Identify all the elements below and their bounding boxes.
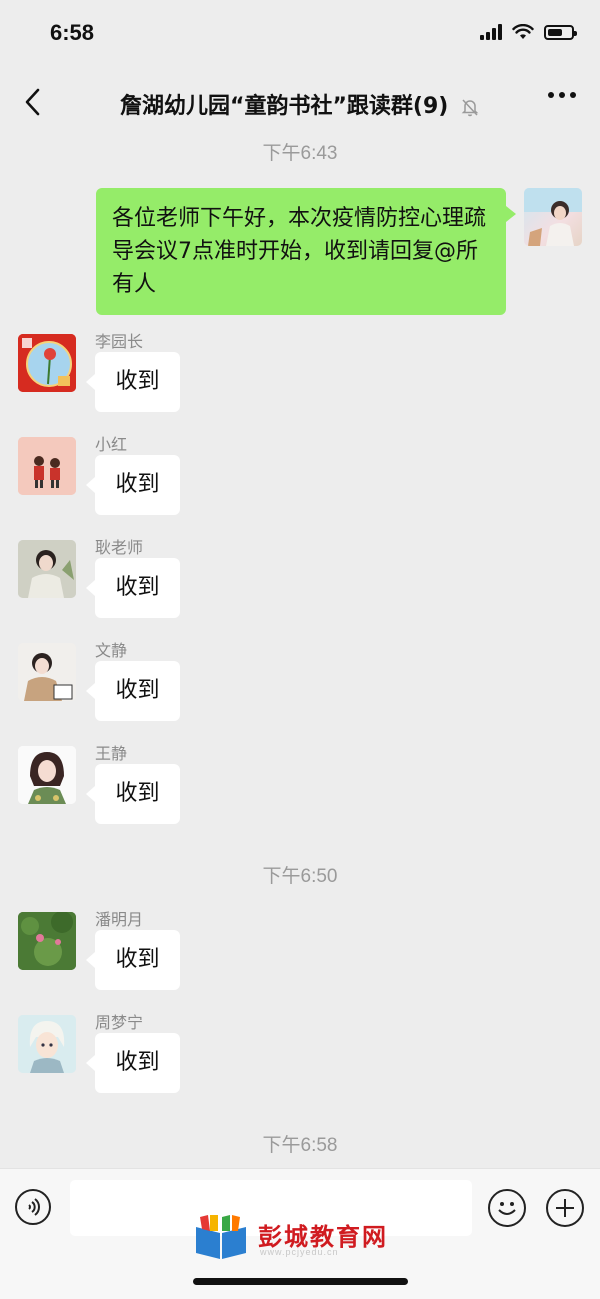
avatar[interactable] [18, 334, 76, 392]
voice-icon [28, 1198, 40, 1216]
sender-name: 潘明月 [95, 910, 144, 929]
message-bubble[interactable]: 收到 [86, 558, 180, 618]
self-avatar[interactable] [524, 188, 582, 246]
message-bubble[interactable]: 收到 [86, 455, 180, 515]
avatar[interactable] [18, 746, 76, 804]
emoji-button[interactable] [488, 1189, 526, 1227]
sender-name: 王静 [95, 744, 128, 763]
message-row: 小红 收到 [0, 435, 600, 527]
voice-button[interactable] [15, 1189, 51, 1225]
message-row: 文静 收到 [0, 641, 600, 733]
portrait-icon [18, 643, 76, 701]
avatar[interactable] [18, 437, 76, 495]
message-row: 潘明月 收到 [0, 910, 600, 1002]
sender-name: 耿老师 [95, 538, 144, 557]
portrait-icon [18, 746, 76, 804]
message-row: 李园长 收到 [0, 332, 600, 424]
avatar[interactable] [18, 540, 76, 598]
bell-off-icon [461, 99, 479, 117]
portrait-icon [18, 540, 76, 598]
status-icons [480, 24, 577, 40]
plus-button[interactable] [546, 1189, 584, 1227]
more-icon [548, 92, 554, 98]
message-bubble[interactable]: 收到 [86, 1033, 180, 1093]
timestamp: 下午6:43 [262, 143, 338, 164]
battery-icon [544, 24, 577, 40]
avatar[interactable] [18, 912, 76, 970]
sender-name: 李园长 [95, 332, 144, 351]
message-bubble[interactable]: 收到 [86, 764, 180, 824]
avatar[interactable] [18, 1015, 76, 1073]
wifi-icon [512, 24, 534, 39]
self-message-text: 各位老师下午好，本次疫情防控心理疏导会议7点准时开始，收到请回复@所有人 [112, 206, 487, 297]
message-row: 耿老师 收到 [0, 538, 600, 630]
chat-title: 詹湖幼儿园“童韵书社”跟读群(9) [0, 88, 600, 120]
flower-icon [18, 334, 76, 392]
book-logo-icon [196, 1215, 246, 1259]
portrait-icon [524, 188, 582, 246]
home-indicator [193, 1278, 408, 1285]
message-bubble[interactable]: 收到 [86, 352, 180, 412]
signal-icon [480, 24, 502, 40]
message-row: 周梦宁 收到 [0, 1013, 600, 1105]
avatar[interactable] [18, 643, 76, 701]
timestamp: 下午6:58 [262, 1135, 338, 1156]
chat-header: 詹湖幼儿园“童韵书社”跟读群(9) [0, 70, 600, 134]
sender-name: 周梦宁 [95, 1013, 144, 1032]
watermark: 彭城教育网 www.pcjyedu.cn [192, 1213, 422, 1263]
message-bubble[interactable]: 收到 [86, 661, 180, 721]
more-button[interactable] [548, 92, 576, 98]
emoji-icon [498, 1202, 516, 1215]
group-name: 詹湖幼儿园“童韵书社”跟读群(9) [119, 94, 449, 119]
plant-icon [18, 912, 76, 970]
message-row: 王静 收到 [0, 744, 600, 836]
sender-name: 小红 [95, 435, 128, 454]
timestamp: 下午6:50 [262, 866, 338, 887]
status-bar: 6:58 [0, 0, 600, 70]
sender-name: 文静 [95, 641, 128, 660]
anime-character-icon [18, 1015, 76, 1073]
self-message-bubble[interactable]: 各位老师下午好，本次疫情防控心理疏导会议7点准时开始，收到请回复@所有人 [96, 188, 516, 315]
cartoon-kids-icon [18, 437, 76, 495]
status-time: 6:58 [50, 20, 95, 45]
message-bubble[interactable]: 收到 [86, 930, 180, 990]
watermark-url: www.pcjyedu.cn [260, 1247, 339, 1257]
